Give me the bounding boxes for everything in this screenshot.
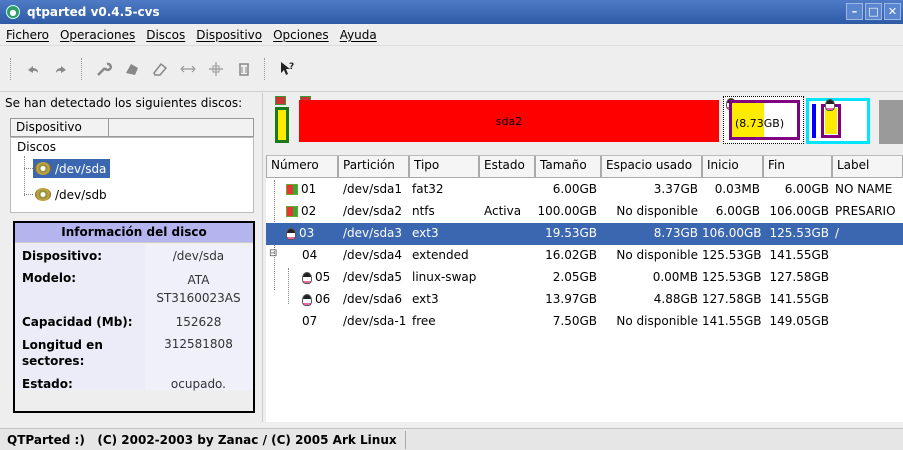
info-row: Modelo: ATA ST3160023AS xyxy=(15,271,253,307)
table-row[interactable]: ⊟ 04 /dev/sda4 extended 16.02GB No dispo… xyxy=(266,245,903,267)
info-value: 312581808 xyxy=(164,337,233,351)
svg-text:?: ? xyxy=(289,62,294,72)
col-header-label[interactable]: Label xyxy=(832,156,903,178)
pane-splitter[interactable] xyxy=(262,93,265,422)
col-header-tamano[interactable]: Tamaño xyxy=(535,156,601,178)
info-value: 152628 xyxy=(175,315,222,329)
status-separator xyxy=(404,430,406,449)
toolbar-separator xyxy=(264,57,267,80)
close-button[interactable]: ✕ xyxy=(884,3,901,20)
move-icon[interactable] xyxy=(202,55,230,83)
tree-item-label: /dev/sda xyxy=(55,161,107,176)
menu-ayuda[interactable]: Ayuda xyxy=(340,28,377,42)
detected-disks-label: Se han detectado los siguientes discos: xyxy=(5,96,243,110)
fat32-partition-icon xyxy=(286,184,298,195)
info-row: Capacidad (Mb): 152628 xyxy=(15,315,253,329)
col-header-inicio[interactable]: Inicio xyxy=(702,156,763,178)
table-row[interactable]: 05 /dev/sda5 linux-swap 2.05GB 0.00MB 12… xyxy=(266,267,903,289)
device-column-header[interactable]: Dispositivo xyxy=(10,118,254,137)
info-key: Modelo: xyxy=(22,271,77,285)
fat32-partition-icon xyxy=(275,96,286,105)
partition-block-label: sda2 xyxy=(495,114,523,128)
col-header-tipo[interactable]: Tipo xyxy=(409,156,479,178)
col-header-fin[interactable]: Fin xyxy=(763,156,832,178)
help-pointer-icon[interactable]: ? xyxy=(273,55,301,83)
menu-discos[interactable]: Discos xyxy=(146,28,185,42)
info-key: Capacidad (Mb): xyxy=(22,315,133,329)
window-title: qtparted v0.4.5-cvs xyxy=(27,5,160,19)
partition-table: Número Partición Tipo Estado Tamaño Espa… xyxy=(266,155,903,422)
left-pane: Se han detectado los siguientes discos: … xyxy=(0,93,262,422)
table-row[interactable]: 06 /dev/sda6 ext3 13.97GB 4.88GB 127.58G… xyxy=(266,289,903,311)
title-bar: ● qtparted v0.4.5-cvs – □ ✕ xyxy=(0,0,903,24)
linux-tux-icon xyxy=(286,227,296,240)
eraser-icon[interactable] xyxy=(146,55,174,83)
info-row: Estado: ocupado. xyxy=(15,377,253,391)
disk-map: sda2 (8.73GB) xyxy=(266,94,903,150)
partition-block-extended[interactable] xyxy=(806,98,870,144)
menu-fichero[interactable]: Fichero xyxy=(6,28,49,42)
info-key: Longitud en sectores: xyxy=(22,338,103,368)
disk-info-title: Información del disco xyxy=(15,223,253,243)
disk-icon[interactable] xyxy=(118,55,146,83)
device-header-label: Dispositivo xyxy=(11,119,109,136)
table-row-selected[interactable]: 03 /dev/sda3 ext3 19.53GB 8.73GB 106.00G… xyxy=(266,223,903,245)
col-header-espacio-usado[interactable]: Espacio usado xyxy=(601,156,702,178)
col-header-particion[interactable]: Partición xyxy=(338,156,409,178)
collapse-toggle-icon[interactable]: ⊟ xyxy=(269,248,277,259)
tree-group-discos: Discos xyxy=(17,140,57,154)
table-row[interactable]: 01 /dev/sda1 fat32 6.00GB 3.37GB 0.03MB … xyxy=(266,179,903,201)
app-icon: ● xyxy=(6,5,20,19)
menu-operaciones[interactable]: Operaciones xyxy=(60,28,135,42)
info-value: ATA ST3160023AS xyxy=(156,273,241,305)
linux-tux-icon xyxy=(302,293,312,306)
tree-connector xyxy=(24,156,25,196)
toolbar-separator xyxy=(10,57,13,80)
tree-item-sdb[interactable]: /dev/sdb xyxy=(33,185,111,204)
partition-block-free[interactable] xyxy=(879,100,903,144)
toolbar-separator xyxy=(81,57,84,80)
menu-bar: Fichero Operaciones Discos Dispositivo O… xyxy=(0,24,903,46)
info-key: Estado: xyxy=(22,377,73,391)
disk-tree: Discos /dev/sda /dev/sdb xyxy=(10,137,254,213)
table-row[interactable]: 07 /dev/sda-1 free 7.50GB No disponible … xyxy=(266,311,903,333)
col-header-estado[interactable]: Estado xyxy=(479,156,535,178)
status-text: QTParted :) (C) 2002-2003 by Zanac / (C)… xyxy=(7,432,397,447)
partition-block-label: (8.73GB) xyxy=(735,117,785,130)
wrench-icon[interactable] xyxy=(90,55,118,83)
hard-disk-icon xyxy=(35,188,51,201)
hard-disk-icon xyxy=(35,162,51,175)
menu-dispositivo[interactable]: Dispositivo xyxy=(196,28,262,42)
tree-item-label: /dev/sdb xyxy=(55,187,107,202)
col-header-numero[interactable]: Número xyxy=(266,156,338,178)
minimize-button[interactable]: – xyxy=(846,3,863,20)
info-key: Dispositivo: xyxy=(22,249,103,263)
menu-opciones[interactable]: Opciones xyxy=(273,28,329,42)
disk-info-panel: Información del disco Dispositivo: /dev/… xyxy=(13,221,255,413)
undo-icon[interactable] xyxy=(19,55,47,83)
linux-tux-icon xyxy=(825,99,835,111)
ntfs-partition-icon xyxy=(286,206,298,217)
tree-connector xyxy=(24,168,33,169)
resize-icon[interactable] xyxy=(174,55,202,83)
table-row[interactable]: 02 /dev/sda2 ntfs Activa 100.00GB No dis… xyxy=(266,201,903,223)
info-row: Longitud en sectores: 312581808 xyxy=(15,337,253,369)
linux-tux-icon xyxy=(302,271,312,284)
info-row: Dispositivo: /dev/sda xyxy=(15,249,253,263)
partition-block-sda1[interactable] xyxy=(275,107,289,143)
trash-icon[interactable] xyxy=(230,55,258,83)
info-value: ocupado. xyxy=(170,377,226,391)
toolbar: ? xyxy=(0,46,903,92)
redo-icon[interactable] xyxy=(47,55,75,83)
status-bar: QTParted :) (C) 2002-2003 by Zanac / (C)… xyxy=(0,428,903,450)
maximize-button[interactable]: □ xyxy=(865,3,882,20)
partition-block-sda2[interactable]: sda2 xyxy=(299,100,719,142)
tree-item-sda[interactable]: /dev/sda xyxy=(33,159,111,178)
partition-block-sda3-frame[interactable]: (8.73GB) xyxy=(723,96,804,144)
info-value: /dev/sda xyxy=(172,249,225,263)
tree-connector xyxy=(24,194,33,195)
